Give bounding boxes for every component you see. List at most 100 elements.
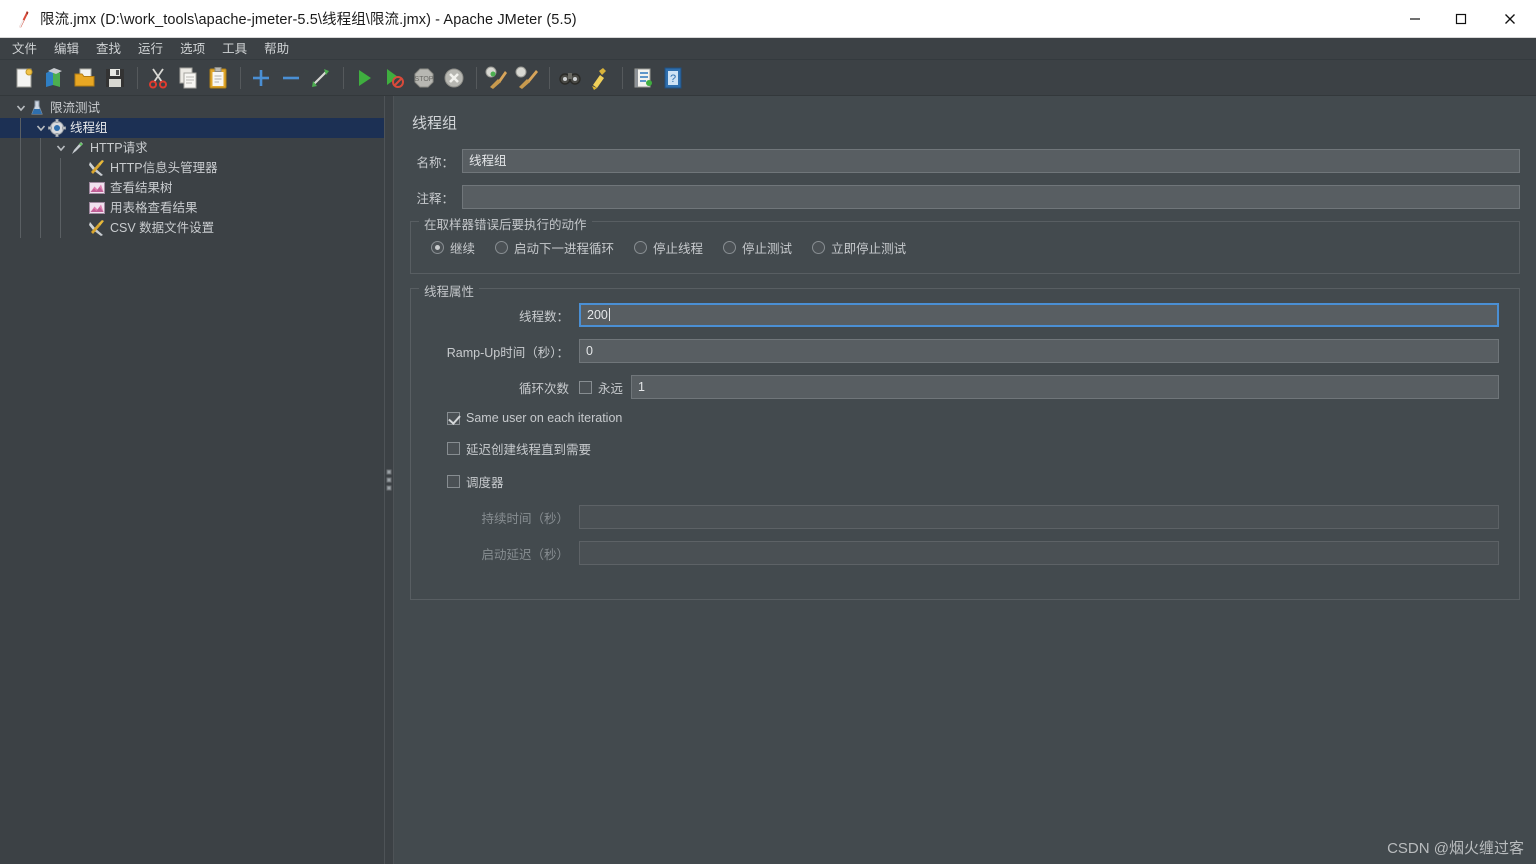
search-reset-icon[interactable] [587, 65, 613, 91]
open-icon[interactable] [72, 65, 98, 91]
name-input[interactable]: 线程组 [462, 149, 1520, 173]
close-button[interactable] [1484, 0, 1536, 38]
delayed-start-checkbox[interactable] [447, 442, 460, 455]
stop-icon[interactable]: STOP [411, 65, 437, 91]
radio-stop-thread-control[interactable] [634, 241, 648, 254]
tree-item-label: HTTP请求 [90, 141, 148, 155]
tree-item-thread-group[interactable]: 线程组 [0, 118, 384, 138]
tree-item-http-request[interactable]: HTTP请求 [0, 138, 384, 158]
menu-file[interactable]: 文件 [12, 38, 37, 60]
radio-start-next-loop-control[interactable] [495, 241, 509, 254]
menu-run[interactable]: 运行 [138, 38, 163, 60]
help-icon[interactable]: ? [660, 65, 686, 91]
clear-icon[interactable] [484, 65, 510, 91]
tree-item-view-results-tree[interactable]: 查看结果树 [0, 178, 384, 198]
menu-edit[interactable]: 编辑 [54, 38, 79, 60]
loop-count-row: 循环次数 永远 1 [431, 375, 1499, 399]
text-caret [608, 308, 610, 321]
new-icon[interactable] [12, 65, 38, 91]
toolbar-separator [343, 66, 344, 89]
radio-stop-test-label: 停止测试 [742, 242, 793, 256]
clear-all-icon[interactable] [514, 65, 540, 91]
tree-item-test-plan[interactable]: 限流测试 [0, 98, 384, 118]
save-icon[interactable] [102, 65, 128, 91]
toolbar-separator [622, 66, 623, 89]
forever-checkbox-box[interactable] [579, 380, 592, 394]
menu-tools[interactable]: 工具 [222, 38, 247, 60]
radio-start-next-loop[interactable]: 启动下一进程循环 [495, 238, 614, 257]
maximize-button[interactable] [1438, 0, 1484, 38]
copy-icon[interactable] [175, 65, 201, 91]
test-plan-icon [28, 99, 46, 117]
jmeter-feather-icon [10, 6, 36, 32]
templates-icon[interactable] [42, 65, 68, 91]
radio-continue[interactable]: 继续 [431, 238, 475, 257]
chevron-down-icon[interactable] [34, 118, 48, 138]
start-no-pauses-icon[interactable] [381, 65, 407, 91]
scheduler-checkbox[interactable] [447, 475, 460, 488]
toggle-icon[interactable] [308, 65, 334, 91]
splitter-grip[interactable] [386, 469, 392, 491]
loop-count-input[interactable]: 1 [631, 375, 1499, 399]
scheduler-label: 调度器 [466, 476, 504, 490]
scheduler-row[interactable]: 调度器 [447, 472, 1499, 491]
header-manager-icon [88, 159, 106, 177]
radio-start-next-loop-label: 启动下一进程循环 [514, 242, 615, 256]
tree-item-csv-data-set[interactable]: CSV 数据文件设置 [0, 218, 384, 238]
radio-stop-test-now[interactable]: 立即停止测试 [812, 238, 906, 257]
test-plan-tree[interactable]: 限流测试线程组 HTTP请求 HTTP信息头管理器 查看结果树 用表格查看结果 CSV 数… [0, 96, 384, 864]
error-action-title: 在取样器错误后要执行的动作 [419, 214, 592, 233]
page-title: 线程组 [412, 115, 458, 132]
title-bar: 限流.jmx (D:\work_tools\apache-jmeter-5.5\… [0, 0, 1536, 38]
toolbar-separator [549, 66, 550, 89]
tree-item-label: 限流测试 [50, 101, 101, 115]
svg-text:?: ? [670, 73, 676, 85]
thread-properties-title: 线程属性 [419, 281, 480, 300]
name-label: 名称： [416, 155, 454, 170]
radio-stop-test-now-label: 立即停止测试 [831, 242, 907, 256]
search-icon[interactable] [557, 65, 583, 91]
toolbar: STOP ? [0, 60, 1536, 96]
start-icon[interactable] [351, 65, 377, 91]
radio-continue-control[interactable] [431, 241, 444, 254]
radio-stop-thread[interactable]: 停止线程 [634, 238, 703, 257]
shutdown-icon[interactable] [441, 65, 467, 91]
comments-label: 注释： [416, 191, 454, 206]
same-user-label: Same user on each iteration [466, 411, 623, 425]
radio-stop-test-control[interactable] [723, 241, 737, 254]
radio-stop-test[interactable]: 停止测试 [723, 238, 792, 257]
menu-options[interactable]: 选项 [180, 38, 205, 60]
forever-checkbox[interactable]: 永远 [579, 378, 623, 397]
tree-item-view-results-table[interactable]: 用表格查看结果 [0, 198, 384, 218]
delayed-start-row[interactable]: 延迟创建线程直到需要 [447, 439, 1499, 458]
cut-icon[interactable] [145, 65, 171, 91]
expand-all-icon[interactable] [248, 65, 274, 91]
menu-help[interactable]: 帮助 [264, 38, 289, 60]
same-user-checkbox[interactable] [447, 411, 460, 425]
panel-splitter[interactable] [384, 96, 394, 864]
radio-stop-test-now-control[interactable] [812, 241, 826, 254]
tree-item-label: 线程组 [70, 121, 108, 135]
csv-data-set-icon [88, 219, 106, 237]
toolbar-separator [476, 66, 477, 89]
ramp-up-input[interactable]: 0 [579, 339, 1499, 363]
same-user-row[interactable]: Same user on each iteration [447, 411, 1499, 425]
num-threads-input[interactable]: 200 [579, 303, 1499, 327]
comments-input[interactable] [462, 185, 1520, 209]
collapse-all-icon[interactable] [278, 65, 304, 91]
tree-guide-line [20, 118, 21, 238]
thread-group-editor: 线程组 名称： 线程组 注释： 在取样器错误后要执行的动作 继续 启动下一进程循环… [394, 96, 1536, 864]
chevron-down-icon[interactable] [14, 98, 28, 118]
function-helper-icon[interactable] [630, 65, 656, 91]
chevron-down-icon[interactable] [54, 138, 68, 158]
menu-search[interactable]: 查找 [96, 38, 121, 60]
duration-label: 持续时间（秒） [481, 511, 569, 526]
ramp-up-row: Ramp-Up时间（秒）： 0 [431, 339, 1499, 363]
tree-item-header-manager[interactable]: HTTP信息头管理器 [0, 158, 384, 178]
tree-leaf-spacer [74, 218, 88, 238]
startup-delay-row: 启动延迟（秒） [431, 541, 1499, 565]
paste-icon[interactable] [205, 65, 231, 91]
minimize-button[interactable] [1392, 0, 1438, 38]
